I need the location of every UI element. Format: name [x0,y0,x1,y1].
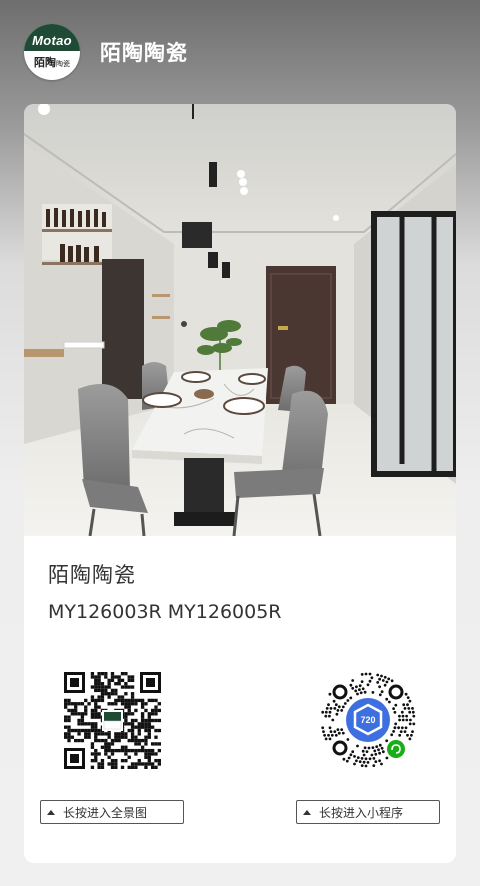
product-card: 陌陶陶瓷 MY126003R MY126005R 720 长按进入全景图 长按进… [24,104,456,863]
panorama-button-label: 长按进入全景图 [63,805,148,820]
logo-cn-sub: 陶瓷 [56,60,70,68]
miniprogram-button[interactable]: 长按进入小程序 [296,800,440,824]
logo-cn-text: 陌陶陶瓷 [24,54,80,70]
header: Motao 陌陶陶瓷 陌陶陶瓷 [24,24,456,80]
product-models: MY126003R MY126005R [48,601,282,623]
dining-room-photo [24,104,456,536]
logo-brand-text: Motao [32,33,72,48]
miniprogram-code[interactable]: 720 [318,670,418,770]
brand-logo: Motao 陌陶陶瓷 [24,24,80,80]
wechat-miniprogram-icon [387,740,405,758]
brand-name: 陌陶陶瓷 [48,563,136,587]
page-title: 陌陶陶瓷 [100,41,188,65]
miniprogram-button-label: 长按进入小程序 [319,805,404,820]
triangle-up-icon [303,809,311,815]
miniprogram-badge-text: 720 [360,715,375,725]
panorama-qr-code[interactable] [64,672,161,769]
panorama-button[interactable]: 长按进入全景图 [40,800,184,824]
triangle-up-icon [47,809,55,815]
logo-cn-main: 陌陶 [34,56,56,69]
